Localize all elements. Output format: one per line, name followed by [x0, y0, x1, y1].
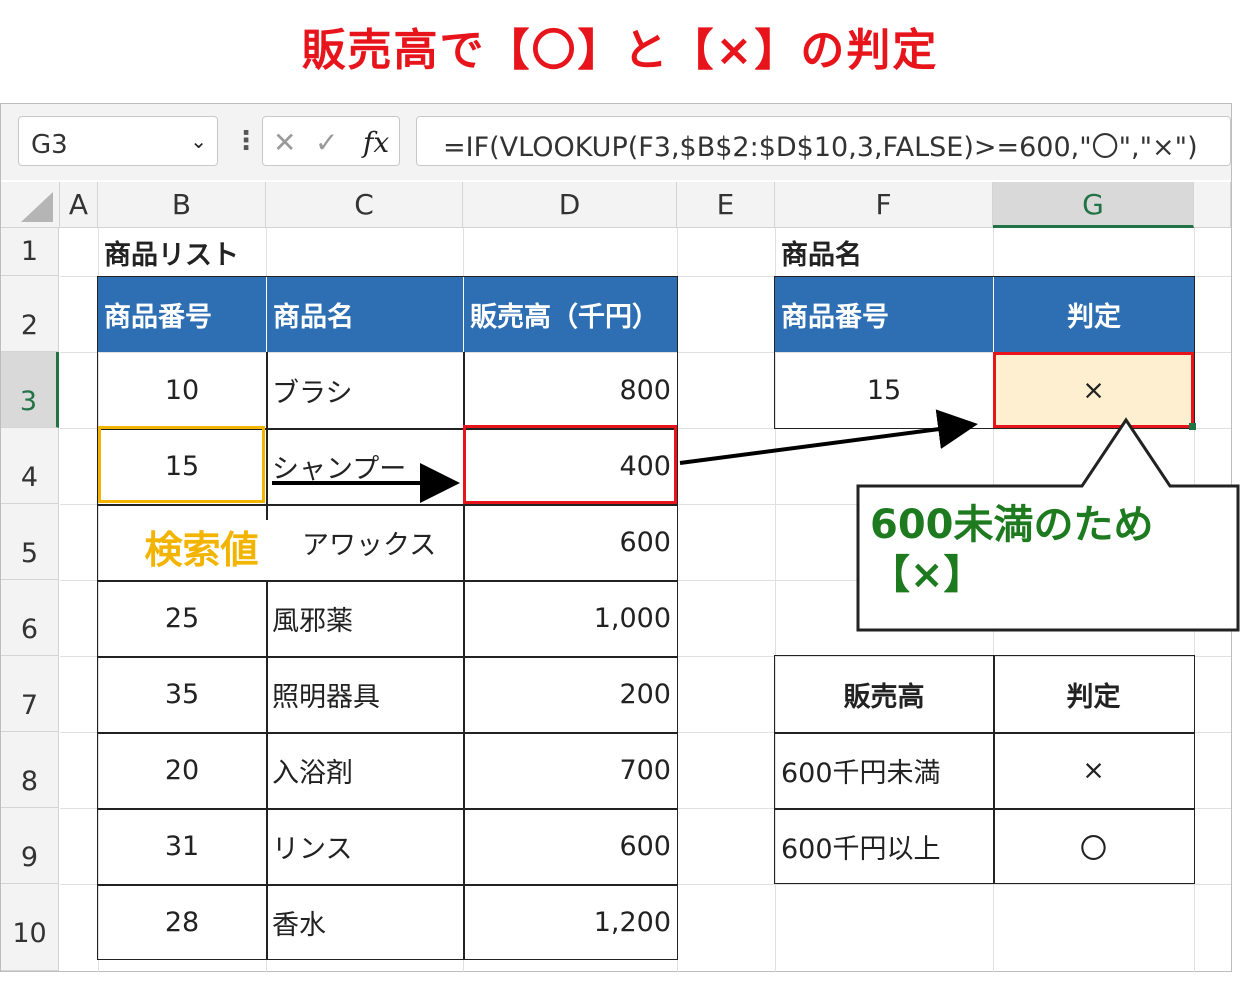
callout-line-1: 600未満のため — [870, 502, 1154, 548]
annotation-overlay — [272, 409, 1240, 632]
arrow-to-result — [679, 409, 978, 465]
callout-text: 600未満のため 【×】 — [870, 500, 1230, 600]
callout-line-2: 【×】 — [870, 552, 984, 598]
